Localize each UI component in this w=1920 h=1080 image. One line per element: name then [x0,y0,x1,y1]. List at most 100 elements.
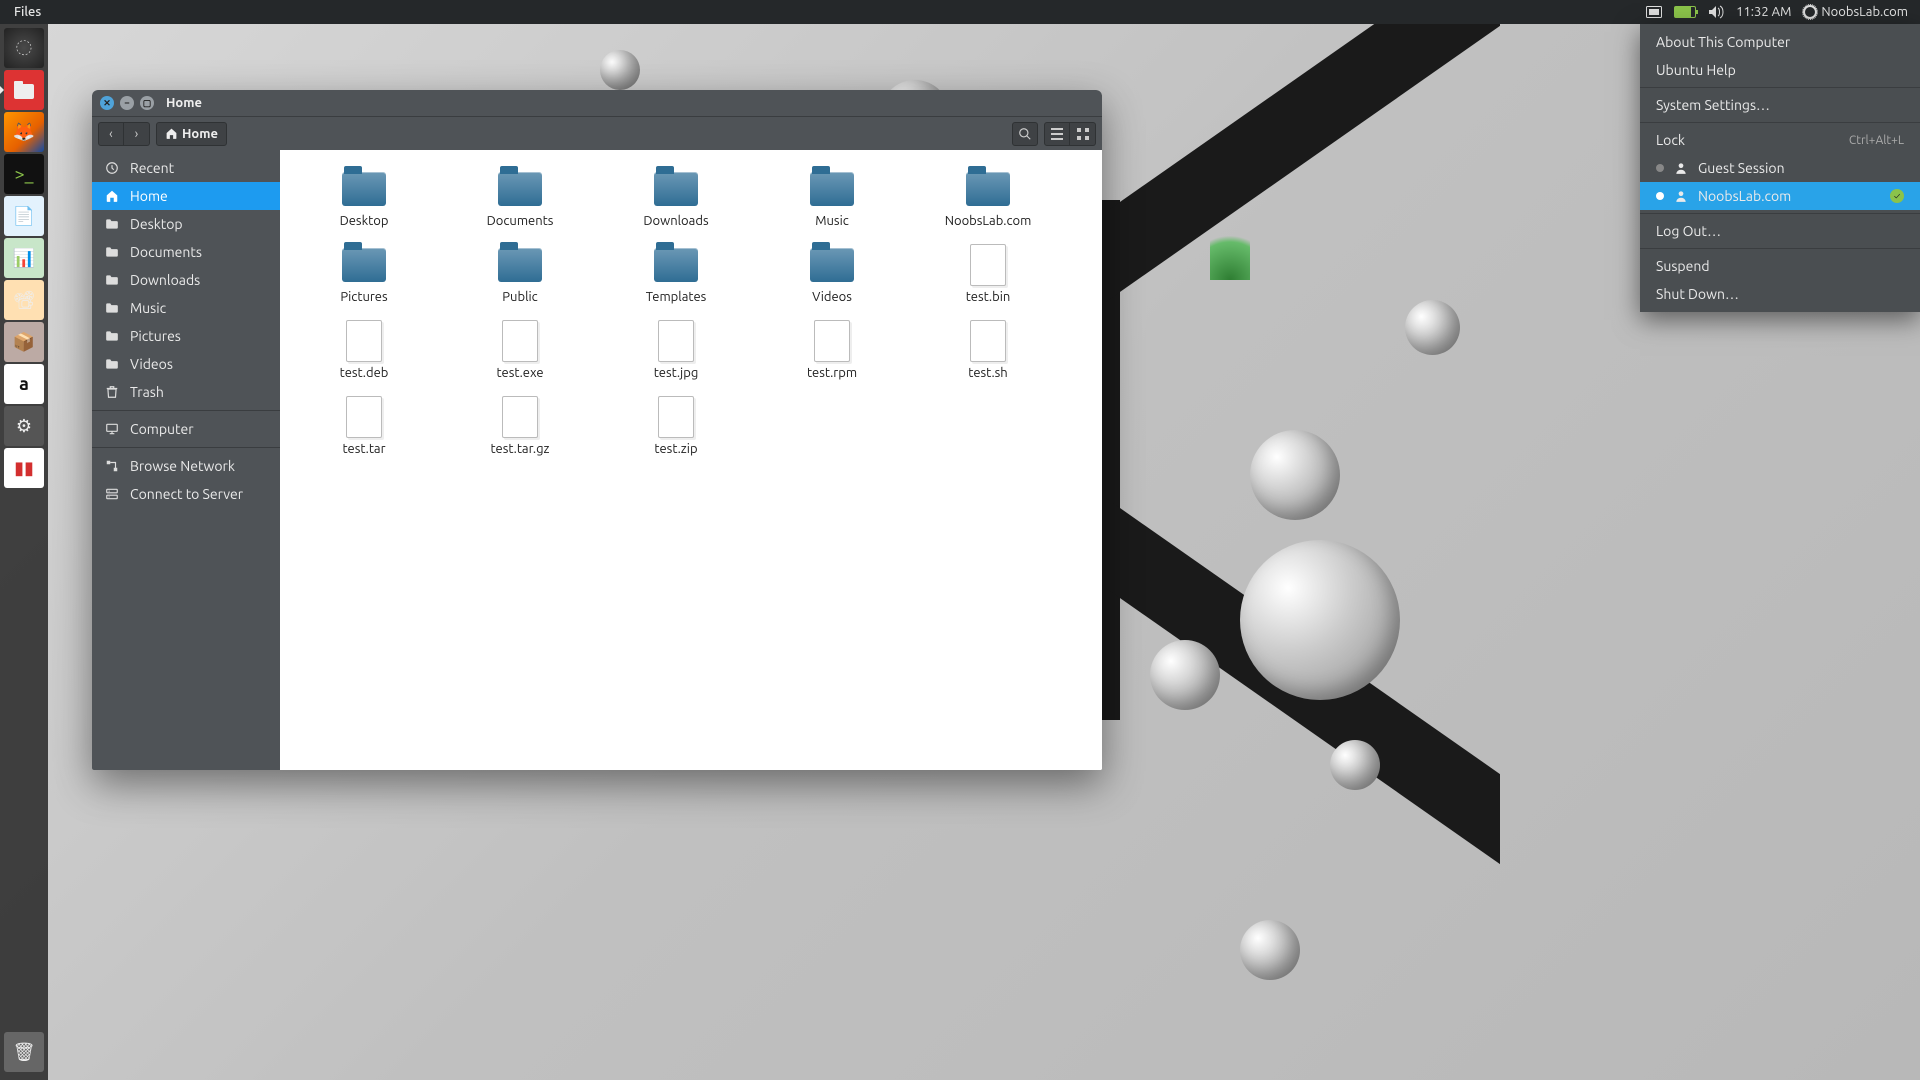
launcher-amazon[interactable]: a [4,364,44,404]
folder-icon [810,172,854,206]
file-item[interactable]: Downloads [598,164,754,232]
launcher-settings[interactable]: ⚙ [4,406,44,446]
folder-icon [342,248,386,282]
search-button[interactable] [1012,122,1038,146]
top-panel: Files 11:32 AM NoobsLab.com [0,0,1920,24]
file-item[interactable]: test.rpm [754,316,910,384]
menu-item-system-settings-[interactable]: System Settings… [1640,91,1920,119]
unity-launcher: ◌ 🦊 >_ 📄 📊 📽 📦 a ⚙ ▮▮ 🗑 [0,24,48,1080]
sidebar-item-music[interactable]: Music [92,294,280,322]
file-item[interactable]: test.jpg [598,316,754,384]
sidebar-item-trash[interactable]: Trash [92,378,280,406]
menu-item-label: System Settings… [1656,97,1770,113]
sidebar-item-pictures[interactable]: Pictures [92,322,280,350]
menu-item-log-out-[interactable]: Log Out… [1640,217,1920,245]
file-item[interactable]: Documents [442,164,598,232]
clock-icon [104,160,120,176]
files-window: ✕ – ▢ Home ‹ › Home RecentHomeDesktopDoc… [92,90,1102,770]
folder-icon [104,244,120,260]
launcher-calc[interactable]: 📊 [4,238,44,278]
file-label: Pictures [340,290,387,304]
file-item[interactable]: Templates [598,240,754,308]
sidebar-item-label: Computer [130,421,194,437]
file-icon [658,320,694,362]
file-item[interactable]: Videos [754,240,910,308]
launcher-trash[interactable]: 🗑 [4,1032,44,1072]
file-item[interactable]: test.bin [910,240,1066,308]
launcher-dash[interactable]: ◌ [4,28,44,68]
sidebar-item-downloads[interactable]: Downloads [92,266,280,294]
menu-item-lock[interactable]: LockCtrl+Alt+L [1640,126,1920,154]
keyboard-indicator[interactable] [1640,6,1668,18]
file-item[interactable]: Music [754,164,910,232]
sidebar-item-videos[interactable]: Videos [92,350,280,378]
file-item[interactable]: test.tar [286,392,442,460]
clock-indicator[interactable]: 11:32 AM [1730,5,1797,19]
file-label: Downloads [643,214,708,228]
view-list-button[interactable] [1044,122,1070,146]
view-grid-button[interactable] [1070,122,1096,146]
menu-item-noobslab-com[interactable]: NoobsLab.com✓ [1640,182,1920,210]
file-item[interactable]: Desktop [286,164,442,232]
file-label: test.tar [342,442,385,456]
nav-back-button[interactable]: ‹ [98,122,124,146]
launcher-firefox[interactable]: 🦊 [4,112,44,152]
file-label: test.deb [340,366,389,380]
sidebar-item-desktop[interactable]: Desktop [92,210,280,238]
user-icon [1674,189,1688,203]
launcher-software[interactable]: 📦 [4,322,44,362]
sound-indicator[interactable] [1702,5,1730,19]
file-icon [814,320,850,362]
session-user-label: NoobsLab.com [1821,5,1908,19]
folder-icon [104,272,120,288]
sidebar-item-browse-network[interactable]: Browse Network [92,452,280,480]
file-icon [970,244,1006,286]
sidebar-item-label: Trash [130,384,164,400]
grid-icon [1076,127,1090,141]
nav-forward-button[interactable]: › [124,122,150,146]
search-icon [1018,127,1032,141]
launcher-files[interactable] [4,70,44,110]
file-label: Desktop [340,214,389,228]
file-icon [970,320,1006,362]
files-toolbar: ‹ › Home [92,116,1102,150]
file-icon [346,396,382,438]
active-app-menu[interactable]: Files [6,5,49,19]
sidebar-item-recent[interactable]: Recent [92,154,280,182]
file-label: test.bin [966,290,1011,304]
launcher-impress[interactable]: 📽 [4,280,44,320]
window-minimize-button[interactable]: – [120,96,134,110]
sidebar-item-documents[interactable]: Documents [92,238,280,266]
sidebar-item-home[interactable]: Home [92,182,280,210]
sidebar-item-computer[interactable]: Computer [92,415,280,443]
window-close-button[interactable]: ✕ [100,96,114,110]
battery-indicator[interactable] [1668,6,1702,18]
session-indicator[interactable]: NoobsLab.com [1797,5,1914,19]
file-label: test.sh [968,366,1007,380]
launcher-writer[interactable]: 📄 [4,196,44,236]
file-item[interactable]: Public [442,240,598,308]
folder-icon [810,248,854,282]
launcher-terminal[interactable]: >_ [4,154,44,194]
path-bar[interactable]: Home [156,122,227,146]
menu-item-ubuntu-help[interactable]: Ubuntu Help [1640,56,1920,84]
window-titlebar[interactable]: ✕ – ▢ Home [92,90,1102,116]
file-item[interactable]: Pictures [286,240,442,308]
file-item[interactable]: test.exe [442,316,598,384]
file-item[interactable]: NoobsLab.com [910,164,1066,232]
file-item[interactable]: test.zip [598,392,754,460]
menu-item-shut-down-[interactable]: Shut Down… [1640,280,1920,308]
file-label: Public [502,290,537,304]
sidebar-item-label: Videos [130,356,173,372]
file-item[interactable]: test.tar.gz [442,392,598,460]
menu-item-about-this-computer[interactable]: About This Computer [1640,28,1920,56]
sidebar-item-label: Desktop [130,216,183,232]
menu-item-label: About This Computer [1656,34,1790,50]
menu-item-suspend[interactable]: Suspend [1640,252,1920,280]
launcher-updates[interactable]: ▮▮ [4,448,44,488]
sidebar-item-connect-to-server[interactable]: Connect to Server [92,480,280,508]
file-item[interactable]: test.sh [910,316,1066,384]
window-maximize-button[interactable]: ▢ [140,96,154,110]
file-item[interactable]: test.deb [286,316,442,384]
menu-item-guest-session[interactable]: Guest Session [1640,154,1920,182]
